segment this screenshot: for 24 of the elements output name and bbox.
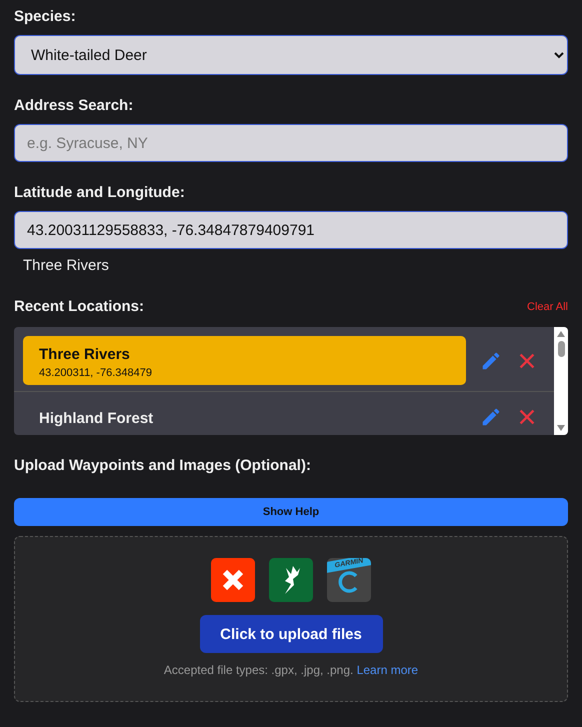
section-label: Upload Waypoints and Images (Optional): (14, 457, 312, 474)
coordinates-field[interactable]: 43.20031129558833, -76.34847879409791 (14, 211, 568, 249)
upload-button[interactable]: Click to upload files (200, 615, 382, 653)
place-name: Three Rivers (23, 257, 110, 274)
field-label: Species: (14, 8, 77, 25)
scrollbar-thumb[interactable] (558, 341, 564, 357)
file-types-note: Accepted file types: .gpx, .jpg, .png. (164, 663, 354, 677)
address-search-field[interactable]: e.g. Syracuse, NY (14, 124, 568, 162)
field-label: Latitude and Longitude: (14, 184, 186, 201)
section-label: Recent Locations: (14, 298, 144, 315)
field-label: Address Search: (14, 97, 134, 114)
pencil-icon[interactable] (480, 406, 502, 428)
scroll-down-icon[interactable] (556, 424, 566, 432)
pencil-icon[interactable] (480, 350, 502, 372)
deer-app-icon (269, 558, 313, 602)
species-dropdown[interactable]: White-tailed Deer (14, 35, 568, 75)
location-item[interactable]: Highland Forest (23, 400, 466, 433)
scroll-up-icon[interactable] (556, 330, 566, 338)
clear-all-link[interactable]: Clear All (527, 300, 568, 312)
learn-more-link[interactable]: Learn more (356, 663, 418, 677)
scrollbar[interactable] (554, 327, 568, 435)
show-help-button[interactable]: Show Help (14, 498, 568, 526)
cross-app-icon (211, 558, 255, 602)
location-item[interactable]: Three Rivers 43.200311, -76.348479 (23, 336, 466, 385)
